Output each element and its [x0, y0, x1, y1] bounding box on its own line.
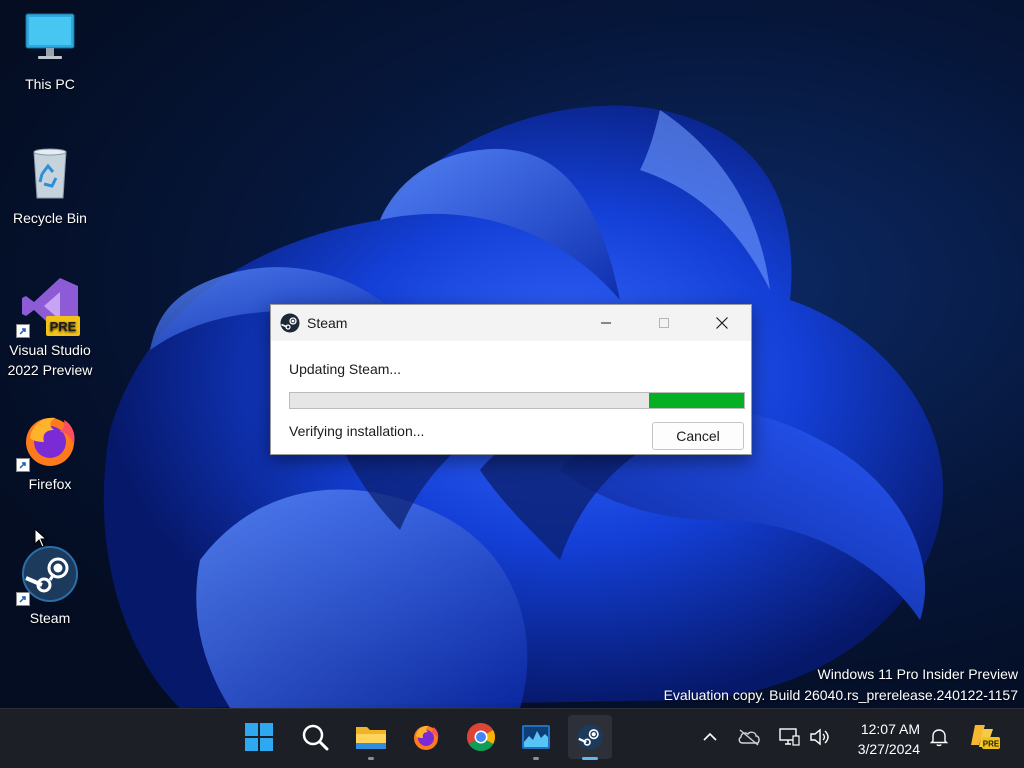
copilot-pre-icon: PRE — [971, 725, 1000, 749]
dialog-titlebar[interactable]: Steam — [271, 305, 751, 341]
windows-watermark: Windows 11 Pro Insider Preview Evaluatio… — [664, 664, 1018, 706]
chrome-icon — [467, 723, 495, 751]
icon-label: Recycle Bin — [13, 210, 87, 226]
close-button[interactable] — [699, 305, 745, 341]
desktop-icon-recycle-bin[interactable]: Recycle Bin — [4, 144, 96, 228]
show-hidden-icons-button[interactable] — [698, 725, 722, 749]
icon-label: Steam — [29, 610, 71, 626]
pre-badge: PRE — [50, 319, 77, 334]
system-clock[interactable]: 12:07 AM 3/27/2024 — [858, 719, 920, 759]
watermark-line2: Evaluation copy. Build 26040.rs_prerelea… — [663, 687, 1018, 703]
search-button[interactable] — [293, 715, 337, 759]
clock-date: 3/27/2024 — [857, 741, 920, 757]
shortcut-arrow-icon — [16, 324, 30, 338]
steam-update-dialog: Steam Updating Steam... Verifying instal… — [270, 304, 752, 455]
shortcut-arrow-icon — [16, 458, 30, 472]
dialog-title: Steam — [307, 315, 348, 331]
desktop-icon-steam[interactable]: Steam — [4, 544, 96, 628]
icon-label: Firefox — [28, 476, 72, 492]
taskbar-file-explorer[interactable] — [349, 715, 393, 760]
icon-label-line1: Visual Studio — [9, 342, 91, 358]
search-icon — [302, 724, 329, 751]
copilot-pre-badge: PRE — [983, 740, 1000, 749]
volume-icon — [810, 728, 829, 746]
minimize-button[interactable] — [583, 305, 629, 341]
update-progress-bar — [289, 392, 745, 409]
steam-icon — [577, 724, 603, 750]
icon-label: This PC — [25, 76, 75, 92]
visual-studio-icon: PRE — [16, 276, 80, 338]
shortcut-arrow-icon — [16, 592, 30, 606]
desktop-icon-this-pc[interactable]: This PC — [4, 10, 96, 94]
chevron-up-icon — [703, 732, 717, 741]
progress-bar-fill — [648, 393, 744, 408]
firefox-icon — [16, 410, 80, 472]
windows-logo-icon — [245, 723, 273, 751]
start-button[interactable] — [237, 715, 281, 759]
recycle-bin-icon — [20, 144, 80, 204]
close-icon — [716, 317, 728, 329]
steam-icon — [280, 313, 300, 333]
cancel-button[interactable]: Cancel — [652, 422, 744, 450]
minimize-icon — [601, 322, 611, 324]
update-status-text: Updating Steam... — [289, 361, 402, 377]
cloud-offline-icon — [738, 729, 760, 746]
steam-icon — [16, 544, 80, 606]
maximize-button[interactable] — [641, 305, 687, 341]
icon-label-line2: 2022 Preview — [7, 362, 93, 378]
network-button[interactable] — [777, 725, 801, 749]
folder-icon — [356, 727, 386, 749]
notification-bell-icon — [929, 729, 949, 747]
notifications-button[interactable] — [927, 725, 951, 749]
clock-time: 12:07 AM — [860, 721, 920, 737]
network-icon — [779, 728, 800, 746]
copilot-button[interactable]: PRE — [968, 725, 1002, 749]
mouse-cursor-icon — [34, 528, 48, 548]
taskbar-firefox[interactable] — [404, 715, 448, 759]
task-manager-icon — [522, 725, 550, 749]
active-indicator — [582, 757, 598, 760]
desktop-icon-firefox[interactable]: Firefox — [4, 410, 96, 494]
taskbar: 12:07 AM 3/27/2024 PRE — [0, 708, 1024, 768]
firefox-icon — [414, 725, 439, 750]
desktop-icon-visual-studio[interactable]: PRE Visual Studio 2022 Preview — [4, 276, 96, 380]
running-indicator — [533, 757, 539, 760]
taskbar-task-manager[interactable] — [514, 715, 558, 760]
watermark-line1: Windows 11 Pro Insider Preview — [817, 666, 1018, 682]
volume-button[interactable] — [808, 725, 832, 749]
taskbar-chrome[interactable] — [459, 715, 503, 759]
monitor-icon — [20, 10, 80, 70]
maximize-icon — [659, 318, 669, 328]
verification-status-text: Verifying installation... — [289, 423, 425, 439]
running-indicator — [368, 757, 374, 760]
desktop[interactable]: This PC Recycle Bin PRE Visual Studio 20… — [0, 0, 1024, 708]
onedrive-button[interactable] — [737, 725, 761, 749]
taskbar-steam[interactable] — [568, 715, 612, 760]
